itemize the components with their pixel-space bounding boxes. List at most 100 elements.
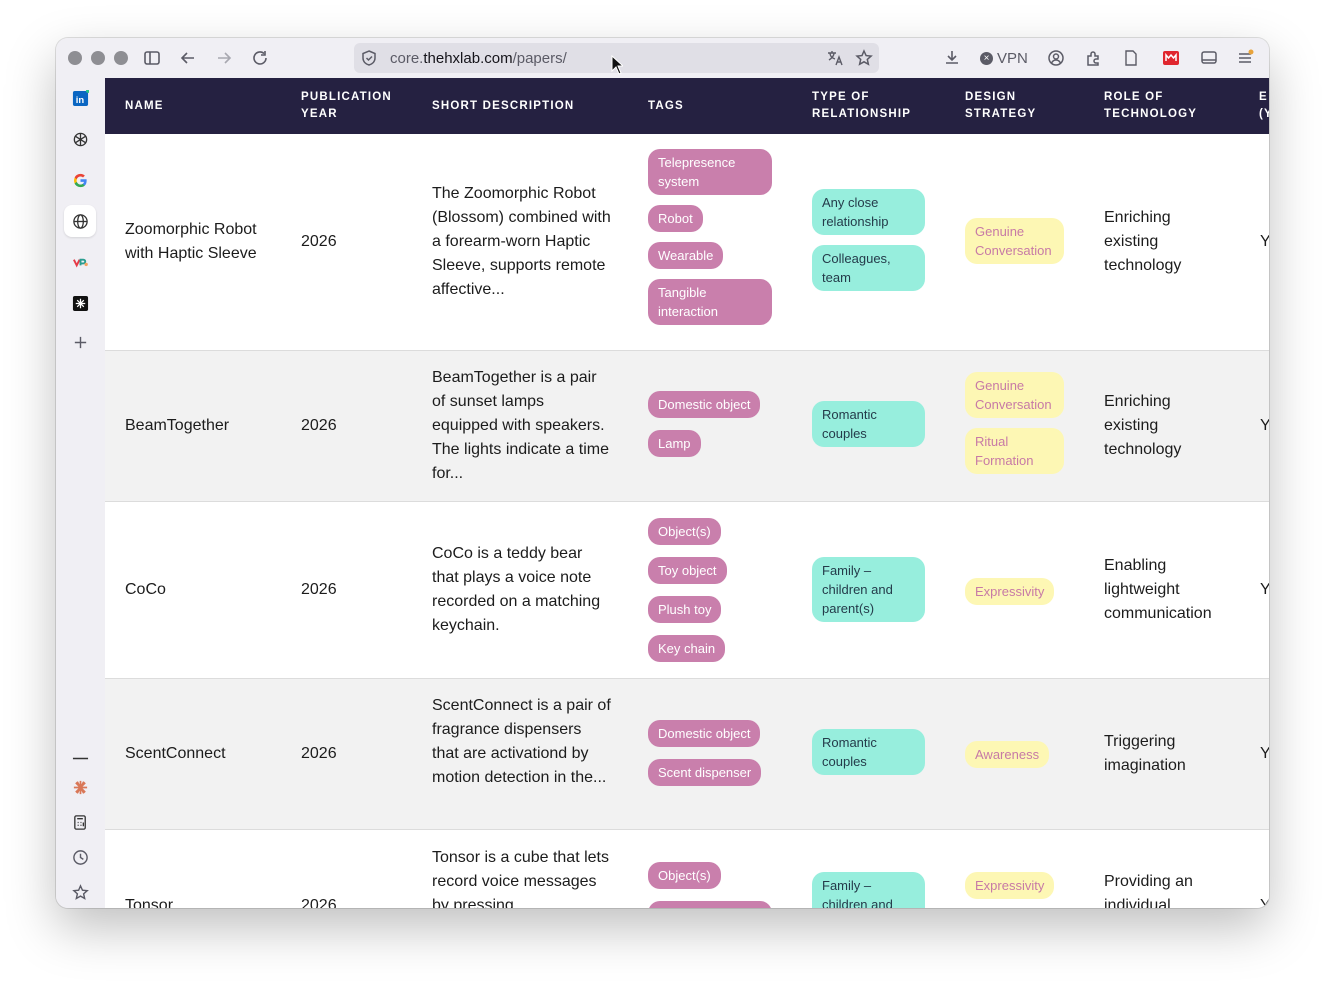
paper-description: BeamTogether is a pair of sunset lamps e… xyxy=(432,369,609,482)
paper-year: 2026 xyxy=(301,417,337,434)
paper-description: ScentConnect is a pair of fragrance disp… xyxy=(432,697,611,786)
divider-icon xyxy=(68,746,92,770)
sidebar: in xyxy=(56,78,105,908)
star-icon[interactable] xyxy=(853,47,875,69)
menu-icon[interactable] xyxy=(1234,47,1256,69)
bookmark-icon[interactable] xyxy=(68,880,92,904)
zoom-window-button[interactable] xyxy=(114,51,128,65)
strategy-list: Genuine Conversation Ritual Formation xyxy=(965,372,1064,474)
technology-role: Enriching existing technology xyxy=(1104,209,1182,274)
paper-name: CoCo xyxy=(125,581,166,598)
forward-icon[interactable] xyxy=(213,47,235,69)
browser-toolbar: core.thehxlab.com/papers/ × VPN xyxy=(56,38,1269,78)
header-relationship[interactable]: TYPE OF RELATIONSHIP xyxy=(812,89,932,123)
table-row[interactable]: Zoomorphic Robot with Haptic Sleeve 2026… xyxy=(105,134,1269,351)
extra-value: Y xyxy=(1260,233,1269,250)
linkedin-icon[interactable]: in xyxy=(68,86,92,110)
reader-icon[interactable] xyxy=(1120,47,1142,69)
header-year[interactable]: PUBLICATION YEAR xyxy=(301,89,411,123)
close-window-button[interactable] xyxy=(68,51,82,65)
header-tags[interactable]: TAGS xyxy=(648,98,684,115)
sidebar-toggle-icon[interactable] xyxy=(141,47,163,69)
table-row[interactable]: CoCo 2026 CoCo is a teddy bear that play… xyxy=(105,502,1269,679)
tag-pill[interactable]: Domestic object xyxy=(648,720,761,747)
tag-pill[interactable]: Scent dispenser xyxy=(648,759,762,786)
calculator-icon[interactable] xyxy=(68,810,92,834)
header-extra[interactable]: E (Y xyxy=(1259,89,1269,123)
relationship-pill[interactable]: Family – children and parent(s) xyxy=(812,557,925,622)
header-strategy[interactable]: DESIGN STRATEGY xyxy=(965,89,1055,123)
strategy-pill[interactable]: Genuine Conversation xyxy=(965,218,1064,264)
tag-pill[interactable] xyxy=(648,901,772,908)
strategy-list: Expressivity xyxy=(965,578,1064,605)
tag-pill[interactable]: Object(s) xyxy=(648,862,721,889)
relationship-pill[interactable]: Family – children and parent(s) xyxy=(812,872,925,908)
paper-year: 2026 xyxy=(301,233,337,250)
vpn-button[interactable]: × VPN xyxy=(980,48,1028,68)
account-icon[interactable] xyxy=(1045,47,1067,69)
header-description[interactable]: SHORT DESCRIPTION xyxy=(432,98,574,115)
shield-icon[interactable] xyxy=(358,47,380,69)
table-row[interactable]: Tonsor 2026 Tonsor is a cube that lets r… xyxy=(105,830,1269,908)
bookmark-ext-icon[interactable] xyxy=(1160,47,1182,69)
paper-name: Zoomorphic Robot with Haptic Sleeve xyxy=(125,221,257,262)
reload-icon[interactable] xyxy=(249,47,271,69)
relationship-pill[interactable]: Any close relationship xyxy=(812,189,925,235)
google-icon[interactable] xyxy=(68,168,92,192)
back-icon[interactable] xyxy=(177,47,199,69)
extra-value: Y xyxy=(1260,745,1269,762)
tag-pill[interactable]: Wearable xyxy=(648,242,724,269)
tag-pill[interactable]: Tangible interaction xyxy=(648,279,772,325)
ai-icon[interactable] xyxy=(68,291,92,315)
mouse-cursor-icon xyxy=(611,55,623,75)
globe-icon[interactable] xyxy=(64,205,96,237)
add-icon[interactable] xyxy=(68,330,92,354)
technology-role: Triggering imagination xyxy=(1104,733,1186,774)
technology-role: Enabling lightweight communication xyxy=(1104,557,1212,622)
tag-list: Domestic object Lamp xyxy=(648,391,788,457)
tag-pill[interactable]: Robot xyxy=(648,205,703,232)
extra-value: Y xyxy=(1260,581,1269,598)
strategy-pill[interactable]: Genuine Conversation xyxy=(965,372,1064,418)
tag-pill[interactable]: Lamp xyxy=(648,430,701,457)
strategy-pill[interactable]: Awareness xyxy=(965,741,1050,768)
paper-name: ScentConnect xyxy=(125,745,226,762)
extra-value: Y xyxy=(1260,897,1269,908)
strategy-pill[interactable]: Expressivity xyxy=(965,872,1055,899)
svg-text:in: in xyxy=(75,95,84,106)
relationship-pill[interactable]: Romantic couples xyxy=(812,729,925,775)
table-header: NAME PUBLICATION YEAR SHORT DESCRIPTION … xyxy=(105,78,1269,134)
tag-pill[interactable]: Key chain xyxy=(648,635,726,662)
tag-pill[interactable]: Plush toy xyxy=(648,596,722,623)
app-icon[interactable] xyxy=(68,250,92,274)
tag-pill[interactable]: Object(s) xyxy=(648,518,721,545)
tag-pill[interactable]: Toy object xyxy=(648,557,727,584)
relationship-list: Family – children and parent(s) xyxy=(812,872,925,908)
table-row[interactable]: ScentConnect 2026 ScentConnect is a pair… xyxy=(105,679,1269,830)
paper-year: 2026 xyxy=(301,897,337,908)
history-icon[interactable] xyxy=(68,845,92,869)
page-content: NAME PUBLICATION YEAR SHORT DESCRIPTION … xyxy=(105,78,1269,908)
minimize-window-button[interactable] xyxy=(91,51,105,65)
table-row[interactable]: BeamTogether 2026 BeamTogether is a pair… xyxy=(105,351,1269,502)
strategy-pill[interactable]: Ritual Formation xyxy=(965,428,1064,474)
chatgpt-icon[interactable] xyxy=(68,127,92,151)
translate-icon[interactable] xyxy=(824,47,846,69)
download-icon[interactable] xyxy=(941,47,963,69)
screen-icon[interactable] xyxy=(1198,47,1220,69)
header-name[interactable]: NAME xyxy=(125,98,164,115)
header-role[interactable]: ROLE OF TECHNOLOGY xyxy=(1104,89,1234,123)
tag-pill[interactable]: Telepresence system xyxy=(648,149,772,195)
paper-year: 2026 xyxy=(301,745,337,762)
strategy-list: Genuine Conversation xyxy=(965,218,1064,264)
paper-description: The Zoomorphic Robot (Blossom) combined … xyxy=(432,185,611,298)
strategy-pill[interactable]: Expressivity xyxy=(965,578,1055,605)
claude-icon[interactable] xyxy=(68,775,92,799)
relationship-list: Romantic couples xyxy=(812,401,925,447)
extensions-icon[interactable] xyxy=(1082,47,1104,69)
tag-list: Object(s) xyxy=(648,862,772,908)
relationship-pill[interactable]: Colleagues, team xyxy=(812,245,925,291)
paper-description: Tonsor is a cube that lets record voice … xyxy=(432,849,609,908)
relationship-pill[interactable]: Romantic couples xyxy=(812,401,925,447)
tag-pill[interactable]: Domestic object xyxy=(648,391,761,418)
